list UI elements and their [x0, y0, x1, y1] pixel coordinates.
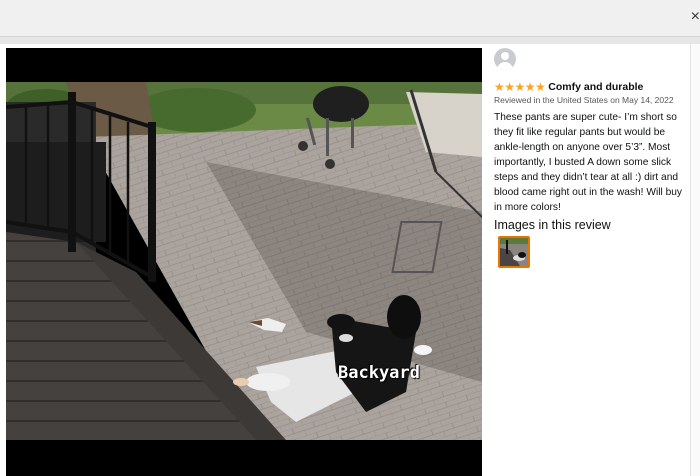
star-rating[interactable]: ★★★★★: [494, 80, 546, 94]
review-title: Comfy and durable: [548, 80, 644, 93]
rating-row: ★★★★★ Comfy and durable: [494, 78, 644, 94]
user-avatar-icon: [494, 48, 516, 70]
review-media-viewer[interactable]: Backyard: [6, 48, 482, 476]
review-date: Reviewed in the United States on May 14,…: [494, 95, 674, 105]
close-button[interactable]: ×: [686, 8, 700, 26]
review-panel: ★★★★★ Comfy and durable Reviewed in the U…: [494, 48, 690, 476]
video-watermark: Backyard: [338, 363, 420, 383]
images-heading: Images in this review: [494, 218, 611, 232]
backyard-photo: [6, 82, 482, 440]
review-image-modal: Backyard ★★★★★ Comfy and durable Reviewed…: [0, 44, 700, 476]
review-body: These pants are super cute- I’m short so…: [494, 112, 682, 213]
panel-scrollbar[interactable]: [690, 44, 700, 476]
review-image-thumbnail[interactable]: [498, 236, 530, 268]
modal-top-bar: ×: [0, 0, 700, 37]
